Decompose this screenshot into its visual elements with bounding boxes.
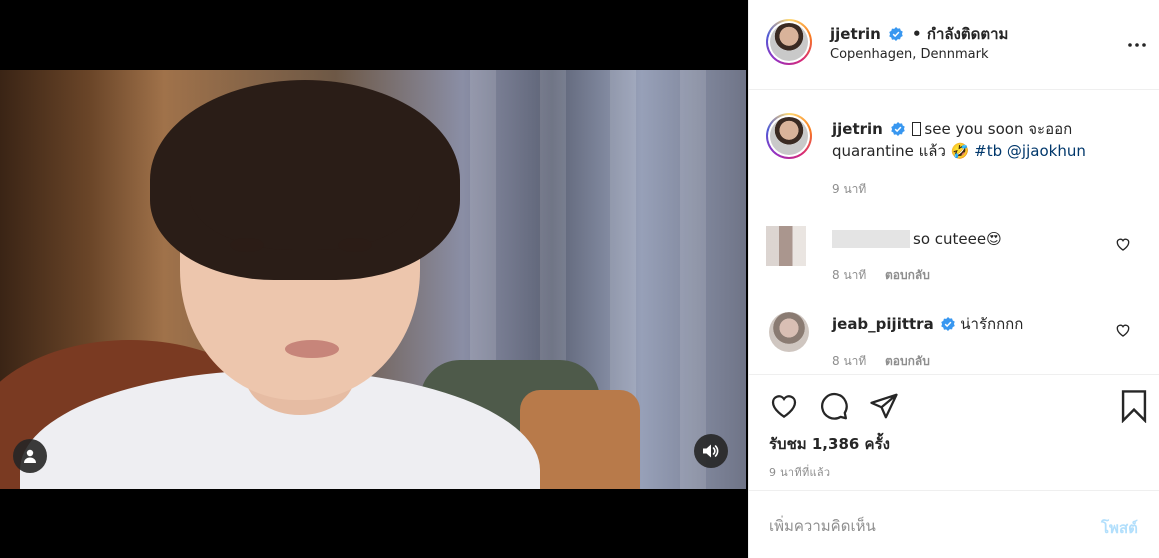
comment-input[interactable] [769,513,1069,539]
comment-item: jeab_pijittra น่ารักกกก 8 นาที ตอบกลับ [749,300,1159,375]
caption-text-2: quarantine แล้ว 🤣 [832,142,970,160]
caption-flag-glyph [912,122,922,136]
commenter-username[interactable]: jeab_pijittra [832,315,934,333]
comment-time[interactable]: 8 นาที [832,266,866,285]
verified-badge-icon [941,317,956,331]
bookmark-icon[interactable] [1119,389,1149,423]
post-location[interactable]: Copenhagen, Dennmark [830,47,988,62]
caption-text-1: see you soon จะออก [924,120,1073,138]
follow-status[interactable]: • กำลังติดตาม [912,25,1008,43]
caption: jjetrin see you soon จะออก quarantine แล… [832,118,1132,162]
sound-toggle-button[interactable] [694,434,728,468]
verified-badge-icon [890,122,905,136]
verified-badge-icon [889,27,903,41]
comment-item: so cuteee😍 8 นาที ตอบกลับ [749,215,1159,290]
comment-like-icon[interactable] [1115,322,1131,338]
comment-composer: โพสต์ [749,490,1159,558]
post-media [0,0,748,558]
post-sidebar: jjetrin • กำลังติดตาม Copenhagen, Dennma… [748,0,1159,558]
more-options-icon [1128,43,1146,47]
comment-text: so cuteee😍 [913,230,1002,248]
user-tag-button[interactable] [13,439,47,473]
mention-link[interactable]: @jjaokhun [1007,142,1086,160]
comment-text: น่ารักกกก [960,315,1024,333]
reply-button[interactable]: ตอบกลับ [885,266,930,285]
post-timestamp[interactable]: 9 นาทีที่แล้ว [769,463,830,481]
hashtag-link[interactable]: #tb [974,142,1002,160]
blurred-avatar[interactable] [766,226,806,266]
post-comment-button[interactable]: โพสต์ [1101,516,1138,540]
author-username[interactable]: jjetrin [830,25,881,43]
heart-icon[interactable] [768,391,800,421]
author-avatar[interactable] [766,19,812,65]
user-tag-icon [24,449,36,463]
speaker-icon [703,444,719,458]
share-icon[interactable] [869,391,899,421]
more-options-button[interactable] [1125,33,1149,57]
comment-like-icon[interactable] [1115,236,1131,252]
action-bar: รับชม 1,386 ครั้ง 9 นาทีที่แล้ว [749,374,1159,490]
reply-button[interactable]: ตอบกลับ [885,352,930,371]
comment-icon[interactable] [819,391,849,421]
caption-avatar[interactable] [766,113,812,159]
view-count[interactable]: รับชม 1,386 ครั้ง [769,432,890,456]
post-header: jjetrin • กำลังติดตาม Copenhagen, Dennma… [749,0,1159,90]
comment-time[interactable]: 8 นาที [832,352,866,371]
caption-username[interactable]: jjetrin [832,120,883,138]
blurred-username[interactable] [832,230,910,248]
video-player[interactable] [0,70,746,489]
commenter-avatar[interactable] [769,312,809,352]
caption-timestamp[interactable]: 9 นาที [832,180,866,199]
